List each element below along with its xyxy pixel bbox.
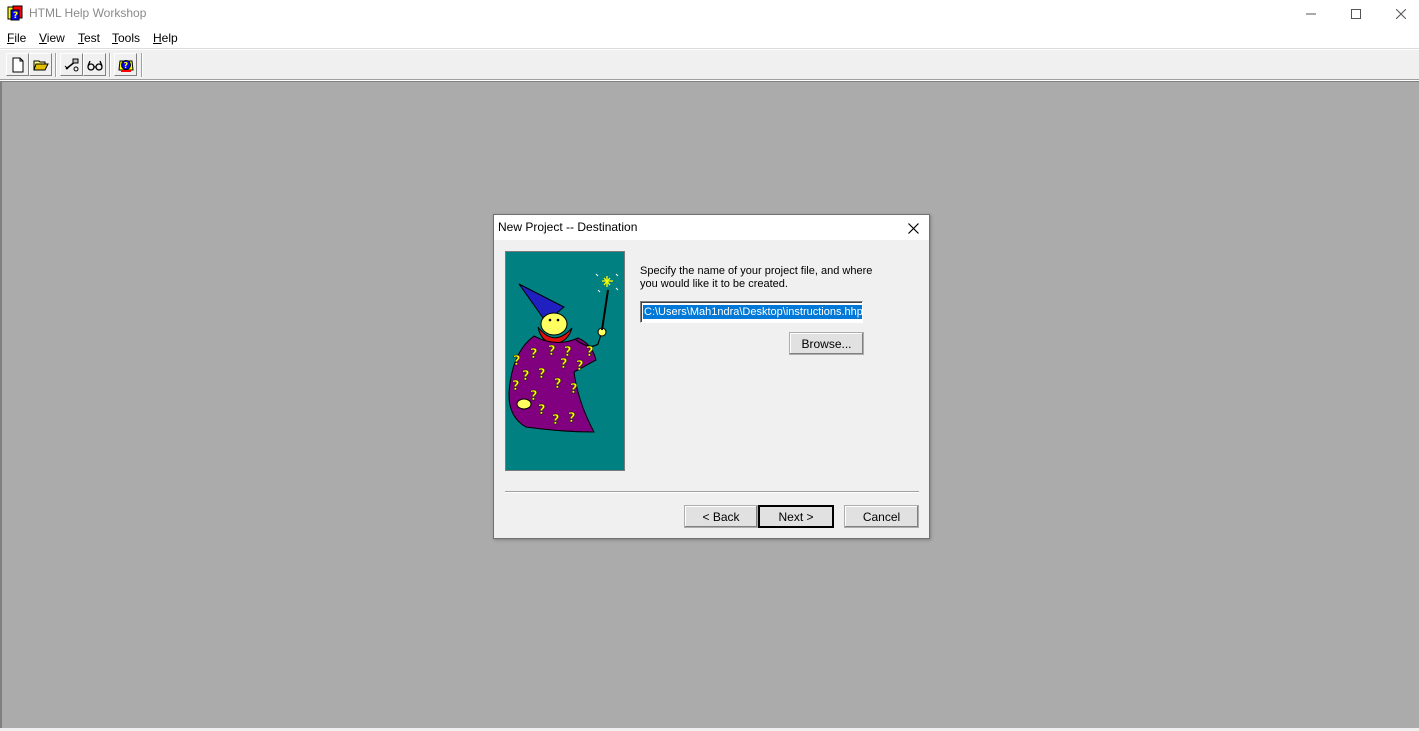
close-icon: [1396, 9, 1406, 19]
open-folder-icon: [32, 60, 49, 70]
dialog-divider: [505, 491, 919, 493]
dialog-title-bar[interactable]: New Project -- Destination: [494, 215, 929, 240]
open-button[interactable]: [29, 53, 52, 76]
svg-text:?: ?: [548, 344, 556, 359]
new-button[interactable]: [6, 53, 29, 76]
toolbar-separator: [55, 53, 57, 77]
svg-text:?: ?: [568, 411, 576, 426]
project-path-selected-text: C:\Users\Mah1ndra\Desktop\instructions.h…: [643, 305, 863, 319]
dialog-title: New Project -- Destination: [498, 220, 638, 234]
minimize-icon: [1306, 13, 1316, 15]
svg-text:?: ?: [522, 369, 530, 384]
svg-text:?: ?: [576, 359, 584, 374]
new-file-icon: [12, 57, 23, 72]
view-compiled-button[interactable]: [83, 53, 106, 76]
close-icon: [907, 222, 919, 234]
help-workshop-app-icon[interactable]: ?: [7, 5, 24, 22]
maximize-button[interactable]: [1333, 0, 1379, 28]
menu-help[interactable]: Help: [153, 31, 178, 45]
project-path-field[interactable]: C:\Users\Mah1ndra\Desktop\instructions.h…: [640, 301, 863, 323]
toolbar: ?: [0, 50, 1419, 80]
svg-text:?: ?: [530, 347, 538, 362]
compile-button[interactable]: [60, 53, 83, 76]
svg-text:?: ?: [513, 354, 521, 369]
new-project-dialog: New Project -- Destination ? ? ? ? ? ? ?…: [493, 214, 930, 539]
help-icon: ?: [117, 59, 134, 72]
svg-text:?: ?: [554, 377, 562, 392]
menu-file[interactable]: File: [7, 31, 26, 45]
view-compiled-icon: [86, 60, 103, 71]
close-window-button[interactable]: [1378, 0, 1419, 28]
menu-bar: File View Test Tools Help: [0, 28, 1419, 49]
svg-text:?: ?: [512, 379, 520, 394]
svg-text:?: ?: [552, 413, 560, 428]
window-title: HTML Help Workshop: [29, 6, 147, 20]
dialog-close-button[interactable]: [900, 217, 926, 239]
toolbar-separator: [109, 53, 111, 77]
menu-tools[interactable]: Tools: [112, 31, 140, 45]
minimize-button[interactable]: [1288, 0, 1334, 28]
svg-text:?: ?: [530, 389, 538, 404]
destination-prompt: Specify the name of your project file, a…: [640, 265, 873, 290]
maximize-icon: [1351, 9, 1361, 19]
svg-text:?: ?: [538, 403, 546, 418]
svg-text:?: ?: [123, 61, 128, 70]
cancel-button[interactable]: Cancel: [844, 505, 919, 528]
menu-test[interactable]: Test: [78, 31, 100, 45]
title-bar: ? HTML Help Workshop: [0, 0, 1419, 28]
compile-icon: [64, 58, 78, 71]
svg-text:?: ?: [586, 345, 594, 360]
browse-button[interactable]: Browse...: [789, 332, 864, 355]
toolbar-separator: [141, 53, 143, 77]
svg-text:?: ?: [560, 357, 568, 372]
help-toolbar-button[interactable]: ?: [114, 53, 137, 76]
next-button[interactable]: Next >: [758, 505, 834, 528]
svg-text:?: ?: [538, 367, 546, 382]
svg-text:?: ?: [570, 382, 578, 397]
wizard-illustration: ? ? ? ? ? ? ? ? ? ? ? ? ? ? ? ?: [505, 251, 625, 471]
svg-text:?: ?: [13, 11, 18, 21]
back-button[interactable]: < Back: [684, 505, 758, 528]
menu-view[interactable]: View: [39, 31, 65, 45]
